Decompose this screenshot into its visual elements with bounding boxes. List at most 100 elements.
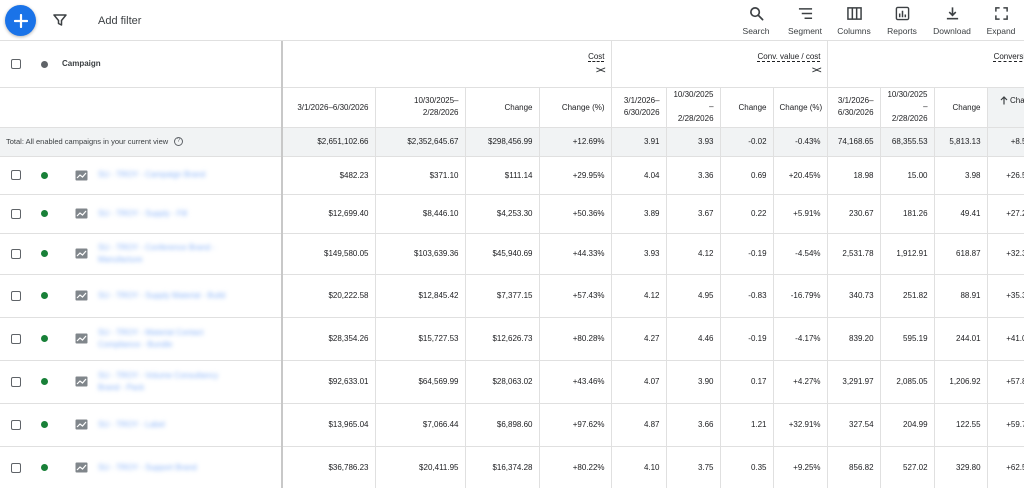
conv-period1-header[interactable]: 3/1/2026–6/30/2026 [826, 87, 881, 128]
row-checkbox[interactable] [11, 290, 21, 301]
total-conv-change: 5,813.13 [933, 127, 988, 157]
chart-icon[interactable] [75, 208, 88, 219]
total-cvc-change-pct: -0.43% [772, 127, 828, 157]
chart-icon[interactable] [75, 462, 88, 473]
chart-icon[interactable] [75, 170, 88, 181]
chart-icon[interactable] [75, 419, 88, 430]
table-row[interactable]: SU - TROY - Supply Material - Build $20,2… [0, 274, 1024, 318]
add-filter-button[interactable]: Add filter [98, 15, 141, 27]
cvc-period1-header[interactable]: 3/1/2026–6/30/2026 [610, 87, 667, 128]
expand-icon [994, 7, 1008, 20]
table-row[interactable]: SU - TROY - Support Brand $36,786.23 $20,4… [0, 446, 1024, 488]
total-conv-period2: 68,355.53 [879, 127, 935, 157]
cvc-period1-cell: 4.12 [610, 274, 667, 318]
download-button[interactable]: Download [927, 6, 977, 36]
total-cvc-period1: 3.91 [610, 127, 667, 157]
table-row[interactable]: SU - TROY - Label $13,965.04 $7,066.44 $6,8… [0, 403, 1024, 447]
collapse-arrows-icon[interactable]: >< [618, 65, 822, 75]
status-cell [32, 446, 56, 488]
campaign-name-link[interactable]: SU - TROY - Volume Consultancy Brand - P… [98, 370, 228, 394]
campaign-cell: SU - TROY - Conference Brand - Manufactu… [56, 233, 282, 275]
row-select-cell [0, 403, 32, 447]
conv-value-cost-group-header[interactable]: Conv. value / cost >< [610, 41, 828, 88]
cvc-change-pct-cell: +9.25% [772, 446, 828, 488]
reports-icon [895, 6, 909, 21]
cvc-change-cell: 0.17 [719, 360, 774, 404]
collapse-arrows-icon[interactable]: >< [289, 65, 606, 75]
campaign-name-link[interactable]: SU - TROY - Supply - Fill [98, 208, 228, 220]
campaign-name-link[interactable]: SU - TROY - Label [98, 419, 228, 431]
row-checkbox[interactable] [11, 333, 21, 344]
conv-period1-cell: 340.73 [826, 274, 881, 318]
campaign-name-link[interactable]: SU - TROY - Campaign Brand [98, 169, 228, 181]
cost-group-header[interactable]: Cost >< [280, 41, 612, 88]
conv-value-cost-group-label: Conv. value / cost [757, 52, 821, 62]
expand-button[interactable]: Expand [976, 6, 1024, 36]
table-row[interactable]: SU - TROY - Supply - Fill $12,699.40 $8,44… [0, 194, 1024, 234]
campaign-header[interactable]: Campaign [56, 41, 282, 88]
conv-period2-header[interactable]: 10/30/2025 – 2/28/2026 [879, 87, 935, 128]
enabled-status-icon[interactable] [40, 378, 48, 386]
table-row[interactable]: SU - TROY - Material Contact Compliance … [0, 317, 1024, 361]
cvc-change-pct-header[interactable]: Change (%) [772, 87, 828, 128]
conversions-group-header[interactable]: Conversions >< [826, 41, 1024, 88]
enabled-status-icon[interactable] [40, 210, 48, 218]
table-row[interactable]: SU - TROY - Volume Consultancy Brand - P… [0, 360, 1024, 404]
campaign-name-link[interactable]: SU - TROY - Conference Brand - Manufactu… [98, 242, 228, 266]
cost-change-pct-header[interactable]: Change (%) [538, 87, 612, 128]
row-checkbox[interactable] [11, 419, 21, 430]
help-icon[interactable]: ? [174, 137, 184, 147]
select-all-checkbox[interactable] [11, 58, 21, 69]
cvc-period2-header[interactable]: 10/30/2025 – 2/28/2026 [665, 87, 721, 128]
total-cost-change-pct: +12.69% [538, 127, 612, 157]
columns-label: Columns [837, 26, 871, 36]
chart-icon[interactable] [75, 376, 88, 387]
cost-period1-header[interactable]: 3/1/2026–6/30/2026 [281, 87, 375, 128]
columns-button[interactable]: Columns [829, 6, 879, 36]
chart-icon[interactable] [75, 333, 88, 344]
column-header-row: 3/1/2026–6/30/2026 10/30/2025–2/28/2026 … [0, 87, 1024, 128]
enabled-status-icon[interactable] [40, 464, 48, 472]
segment-icon [798, 8, 812, 19]
enabled-status-icon[interactable] [40, 250, 48, 258]
row-checkbox[interactable] [11, 248, 21, 259]
cvc-change-pct-cell: -16.79% [772, 274, 828, 318]
campaign-name-link[interactable]: SU - TROY - Support Brand [98, 462, 228, 474]
chart-icon[interactable] [75, 248, 88, 259]
create-button[interactable] [5, 5, 36, 36]
conv-change-cell: 88.91 [933, 274, 988, 318]
campaign-name-link[interactable]: SU - TROY - Supply Material - Build [98, 290, 228, 302]
conv-change-cell: 244.01 [933, 317, 988, 361]
row-checkbox[interactable] [11, 462, 21, 473]
cost-period2-cell: $7,066.44 [374, 403, 465, 447]
table-row[interactable]: SU - TROY - Conference Brand - Manufactu… [0, 233, 1024, 275]
filter-icon[interactable] [53, 13, 67, 27]
enabled-status-icon[interactable] [40, 292, 48, 300]
cost-change-cell: $16,374.28 [464, 446, 539, 488]
cost-period1-cell: $36,786.23 [281, 446, 375, 488]
table-row[interactable]: SU - TROY - Campaign Brand $482.23 $371.10… [0, 156, 1024, 195]
cvc-change-header[interactable]: Change [719, 87, 774, 128]
cost-period2-header[interactable]: 10/30/2025–2/28/2026 [374, 87, 465, 128]
cvc-period2-cell: 3.75 [665, 446, 721, 488]
search-button[interactable]: Search [731, 6, 781, 36]
chart-icon[interactable] [75, 290, 88, 301]
enabled-status-icon[interactable] [40, 335, 48, 343]
enabled-status-icon[interactable] [40, 421, 48, 429]
cost-change-header[interactable]: Change [464, 87, 539, 128]
segment-button[interactable]: Segment [780, 6, 830, 36]
campaign-name-link[interactable]: SU - TROY - Material Contact Compliance … [98, 327, 228, 351]
cvc-change-cell: 0.35 [719, 446, 774, 488]
status-dot-icon [40, 60, 48, 68]
cvc-period2-cell: 3.67 [665, 194, 721, 234]
conv-change-header[interactable]: Change [933, 87, 988, 128]
row-checkbox[interactable] [11, 208, 21, 219]
row-checkbox[interactable] [11, 170, 21, 180]
enabled-status-icon[interactable] [40, 171, 48, 179]
row-checkbox[interactable] [11, 376, 21, 387]
cost-change-pct-cell: +50.36% [538, 194, 612, 234]
conv-change-pct-header[interactable]: Change (%) [986, 87, 1024, 128]
reports-button[interactable]: Reports [877, 6, 927, 36]
collapse-arrows-icon[interactable]: >< [834, 65, 1024, 75]
conv-change-pct-cell: +57.88% [986, 360, 1024, 404]
